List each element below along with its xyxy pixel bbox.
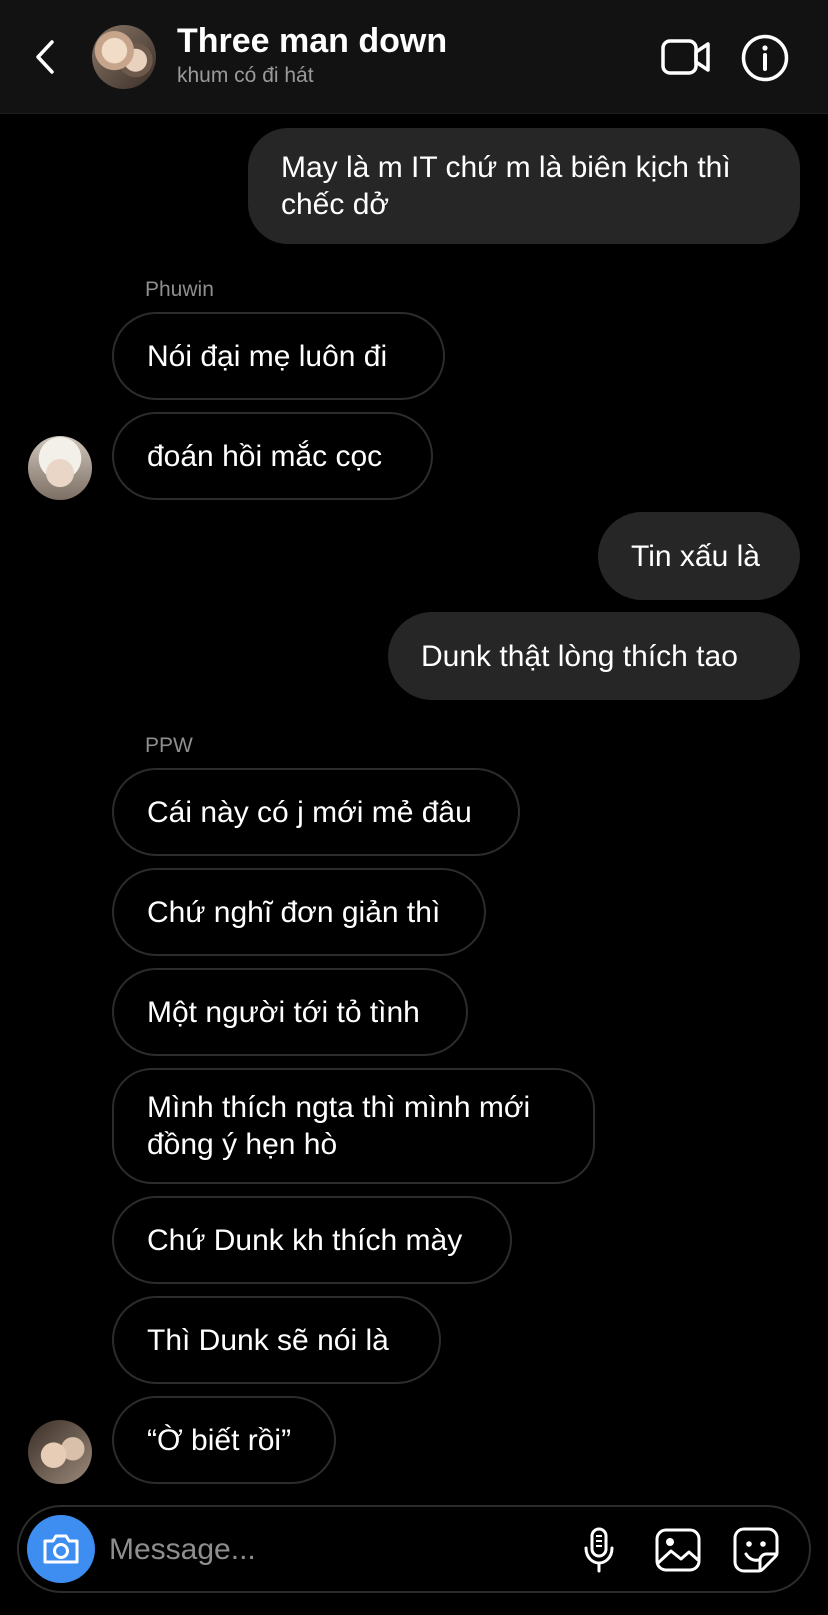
message-text: Chứ nghĩ đơn giản thì bbox=[147, 895, 441, 929]
gallery-button[interactable] bbox=[653, 1525, 703, 1575]
sender-name: PPW bbox=[145, 734, 193, 757]
camera-button[interactable] bbox=[27, 1515, 95, 1583]
message-text: Tin xấu là bbox=[631, 539, 760, 573]
video-call-button[interactable] bbox=[660, 35, 712, 79]
microphone-icon bbox=[584, 1527, 614, 1573]
video-camera-icon bbox=[661, 39, 710, 75]
message-input[interactable] bbox=[109, 1525, 529, 1575]
sender-name: Phuwin bbox=[145, 278, 214, 301]
sticker-icon bbox=[733, 1527, 779, 1573]
camera-icon bbox=[43, 1534, 79, 1564]
image-gallery-icon bbox=[655, 1528, 701, 1572]
outgoing-message[interactable]: Tin xấu là bbox=[598, 512, 800, 600]
incoming-message[interactable]: Thì Dunk sẽ nói là bbox=[112, 1296, 441, 1384]
chat-title[interactable]: Three man down bbox=[177, 22, 447, 61]
message-text: đoán hồi mắc cọc bbox=[147, 439, 383, 473]
info-button[interactable] bbox=[740, 33, 790, 83]
group-avatar[interactable] bbox=[92, 25, 156, 89]
chat-header: Three man down khum có đi hát bbox=[0, 0, 828, 114]
incoming-message[interactable]: Một người tới tỏ tình bbox=[112, 968, 468, 1056]
voice-message-button[interactable] bbox=[574, 1525, 624, 1575]
sender-avatar[interactable] bbox=[28, 436, 92, 500]
outgoing-message[interactable]: May là m IT chứ m là biên kịch thì chếc … bbox=[248, 128, 800, 244]
message-text: Cái này có j mới mẻ đâu bbox=[147, 795, 472, 829]
sender-avatar[interactable] bbox=[28, 1420, 92, 1484]
back-button[interactable] bbox=[26, 32, 66, 82]
incoming-message[interactable]: “Ờ biết rồi” bbox=[112, 1396, 336, 1484]
incoming-message[interactable]: đoán hồi mắc cọc bbox=[112, 412, 433, 500]
incoming-message[interactable]: Mình thích ngta thì mình mới đồng ý hẹn … bbox=[112, 1068, 595, 1184]
incoming-message[interactable]: Chứ Dunk kh thích mày bbox=[112, 1196, 512, 1284]
incoming-message[interactable]: Cái này có j mới mẻ đâu bbox=[112, 768, 520, 856]
message-text-line: đồng ý hẹn hò bbox=[147, 1128, 338, 1161]
message-text: Thì Dunk sẽ nói là bbox=[147, 1323, 389, 1357]
info-icon bbox=[741, 34, 789, 82]
message-text: Một người tới tỏ tình bbox=[147, 995, 420, 1029]
incoming-message[interactable]: Chứ nghĩ đơn giản thì bbox=[112, 868, 486, 956]
message-composer bbox=[17, 1505, 811, 1593]
message-text: Nói đại mẹ luôn đi bbox=[147, 339, 388, 373]
message-text-line: May là m IT chứ m là biên kịch thì bbox=[281, 151, 731, 184]
message-text-line: Mình thích ngta thì mình mới bbox=[147, 1091, 531, 1124]
outgoing-message[interactable]: Dunk thật lòng thích tao bbox=[388, 612, 800, 700]
sticker-button[interactable] bbox=[731, 1525, 781, 1575]
chat-screen: Three man down khum có đi hát May là m I… bbox=[0, 0, 828, 1615]
message-text-line: chếc dở bbox=[281, 188, 390, 221]
chevron-left-icon bbox=[36, 40, 54, 74]
message-text: Dunk thật lòng thích tao bbox=[421, 639, 738, 673]
message-text: Chứ Dunk kh thích mày bbox=[147, 1223, 463, 1257]
incoming-message[interactable]: Nói đại mẹ luôn đi bbox=[112, 312, 445, 400]
chat-subtitle: khum có đi hát bbox=[177, 64, 314, 87]
message-text: “Ờ biết rồi” bbox=[147, 1423, 292, 1457]
